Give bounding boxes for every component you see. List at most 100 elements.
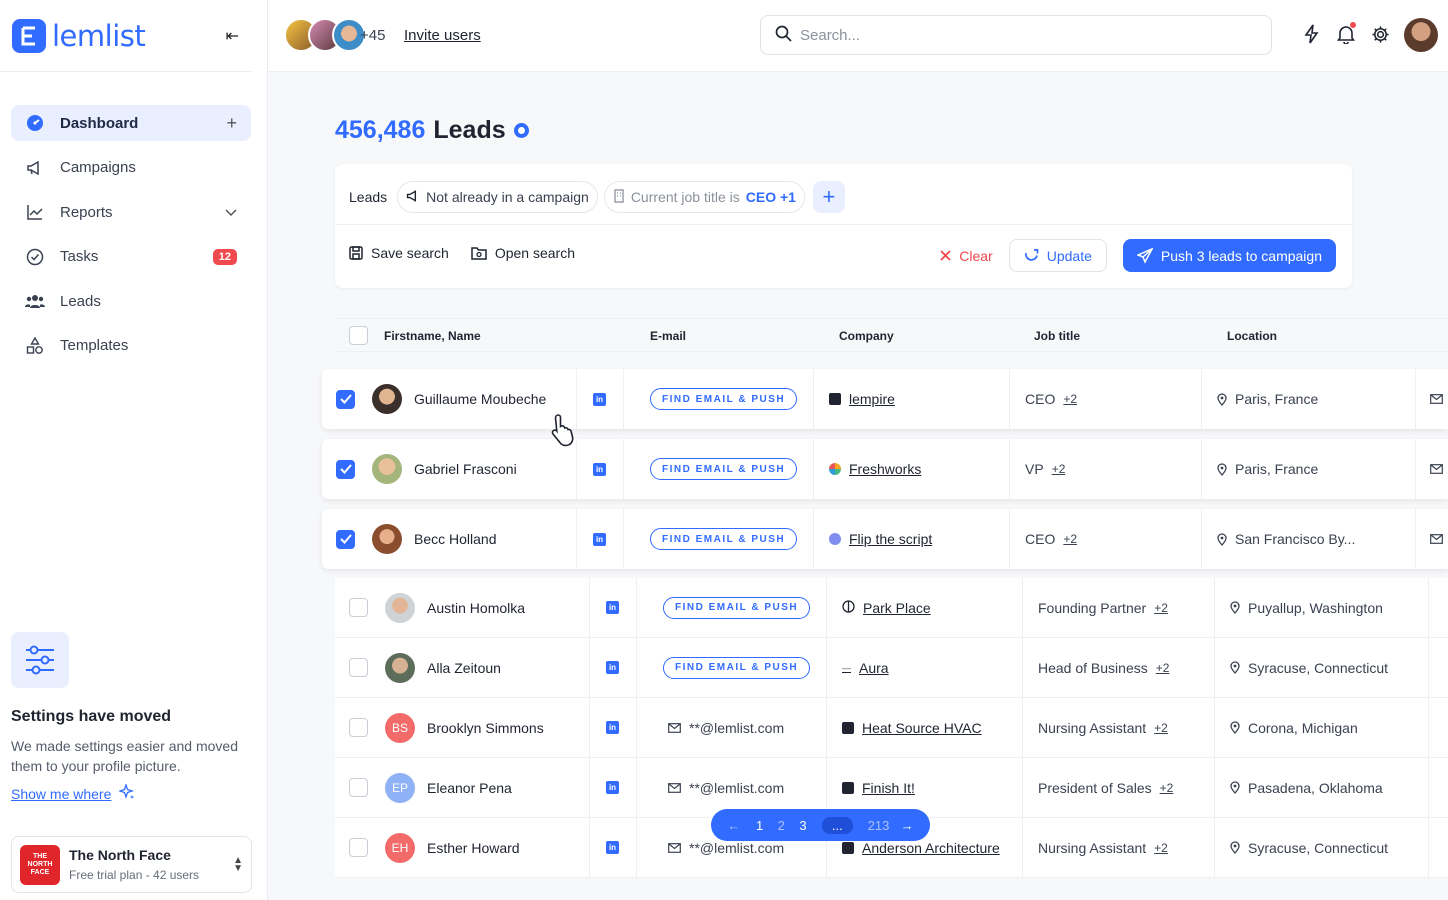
company-link[interactable]: Freshworks bbox=[829, 461, 921, 477]
sliders-icon bbox=[11, 632, 69, 688]
row-checkbox[interactable] bbox=[349, 598, 368, 617]
linkedin-icon[interactable]: in bbox=[606, 841, 619, 854]
job-more-link[interactable]: +2 bbox=[1154, 841, 1168, 855]
find-email-push-button[interactable]: FIND EMAIL & PUSH bbox=[650, 458, 798, 480]
info-icon[interactable] bbox=[513, 123, 529, 138]
lead-name[interactable]: Guillaume Moubeche bbox=[414, 391, 546, 407]
table-row[interactable]: Austin Homolka in FIND EMAIL & PUSH Park… bbox=[335, 578, 1448, 638]
lead-name[interactable]: Austin Homolka bbox=[427, 600, 525, 616]
add-dashboard-icon[interactable]: + bbox=[226, 113, 237, 134]
table-row[interactable]: Becc Holland in FIND EMAIL & PUSH Flip t… bbox=[322, 509, 1448, 569]
company-link[interactable]: Flip the script bbox=[829, 531, 932, 547]
row-checkbox[interactable] bbox=[336, 459, 355, 479]
search-input[interactable]: Search... bbox=[760, 15, 1272, 55]
job-more-link[interactable]: +2 bbox=[1052, 462, 1066, 476]
collapse-sidebar-icon[interactable]: ⇤ bbox=[226, 26, 239, 46]
bell-icon[interactable] bbox=[1336, 22, 1356, 46]
table-row[interactable]: Gabriel Frasconi in FIND EMAIL & PUSH Fr… bbox=[322, 439, 1448, 499]
linkedin-icon[interactable]: in bbox=[593, 392, 606, 406]
row-checkbox[interactable] bbox=[336, 529, 355, 549]
column-header-name[interactable]: Firstname, Name bbox=[384, 329, 481, 343]
lead-name[interactable]: Gabriel Frasconi bbox=[414, 461, 517, 477]
masked-email: **@lemlist.com bbox=[689, 839, 785, 856]
gear-icon[interactable] bbox=[1370, 22, 1390, 46]
company-link[interactable]: — Aura bbox=[842, 660, 889, 676]
push-to-campaign-button[interactable]: Push 3 leads to campaign bbox=[1122, 239, 1336, 272]
page-3[interactable]: 3 bbox=[792, 818, 814, 833]
company-link[interactable]: Heat Source HVAC bbox=[842, 720, 982, 736]
linkedin-icon[interactable]: in bbox=[593, 462, 606, 476]
linkedin-icon[interactable]: in bbox=[606, 781, 619, 794]
company-link[interactable]: Finish It! bbox=[842, 780, 915, 796]
update-button[interactable]: Update bbox=[1008, 239, 1107, 272]
company-logo-icon bbox=[829, 533, 841, 545]
job-more-link[interactable]: +2 bbox=[1156, 661, 1170, 675]
column-header-job-title[interactable]: Job title bbox=[1034, 329, 1080, 343]
page-ellipsis[interactable]: ... bbox=[821, 816, 853, 834]
sidebar-item-campaigns[interactable]: Campaigns bbox=[11, 150, 251, 186]
select-all-checkbox[interactable] bbox=[349, 326, 368, 345]
job-more-link[interactable]: +2 bbox=[1063, 532, 1077, 546]
sidebar-item-templates[interactable]: Templates bbox=[11, 328, 251, 364]
row-checkbox[interactable] bbox=[349, 838, 368, 857]
linkedin-icon[interactable]: in bbox=[606, 721, 619, 734]
lightning-icon[interactable] bbox=[1302, 22, 1322, 46]
company-link[interactable]: Park Place bbox=[842, 600, 931, 616]
add-filter-button[interactable]: + bbox=[812, 181, 845, 213]
row-checkbox[interactable] bbox=[349, 658, 368, 677]
company-logo-icon bbox=[829, 463, 841, 475]
topbar: +45 Invite users Search... bbox=[268, 0, 1448, 72]
lead-name[interactable]: Brooklyn Simmons bbox=[427, 720, 544, 736]
open-search-button[interactable]: Open search bbox=[471, 245, 575, 261]
column-header-email[interactable]: E-mail bbox=[650, 329, 686, 343]
row-checkbox[interactable] bbox=[336, 389, 355, 409]
column-header-company[interactable]: Company bbox=[839, 329, 894, 343]
filter-actions: Clear Update Push 3 leads to campaign bbox=[940, 239, 1336, 272]
filter-row: Leads Not already in a campaign Current … bbox=[349, 181, 845, 213]
lead-name[interactable]: Eleanor Pena bbox=[427, 780, 512, 796]
lead-name[interactable]: Esther Howard bbox=[427, 840, 520, 856]
page-2[interactable]: 2 bbox=[770, 818, 792, 833]
company-link[interactable]: Anderson Architecture bbox=[842, 840, 1000, 856]
sidebar-item-dashboard[interactable]: Dashboard + bbox=[11, 105, 251, 141]
chevron-down-icon[interactable] bbox=[225, 204, 237, 221]
table-row[interactable]: Alla Zeitoun in FIND EMAIL & PUSH — Aura … bbox=[335, 638, 1448, 698]
lead-name[interactable]: Becc Holland bbox=[414, 531, 497, 547]
page-1[interactable]: 1 bbox=[749, 818, 771, 833]
job-more-link[interactable]: +2 bbox=[1154, 721, 1168, 735]
lemlist-logo-icon[interactable] bbox=[12, 18, 46, 53]
linkedin-icon[interactable]: in bbox=[593, 532, 606, 546]
linkedin-icon[interactable]: in bbox=[606, 601, 619, 614]
row-checkbox[interactable] bbox=[349, 778, 368, 797]
sidebar-item-reports[interactable]: Reports bbox=[11, 194, 251, 230]
find-email-push-button[interactable]: FIND EMAIL & PUSH bbox=[650, 528, 798, 550]
row-checkbox[interactable] bbox=[349, 718, 368, 737]
clear-button[interactable]: Clear bbox=[940, 248, 993, 264]
show-me-where-link[interactable]: Show me where bbox=[11, 782, 256, 803]
column-header-location[interactable]: Location bbox=[1227, 329, 1277, 343]
save-search-button[interactable]: Save search bbox=[349, 245, 449, 261]
prev-page-arrow-icon[interactable]: ← bbox=[723, 818, 745, 833]
job-more-link[interactable]: +2 bbox=[1154, 601, 1168, 615]
page-last[interactable]: 213 bbox=[861, 818, 897, 833]
workspace-switcher[interactable]: THE NORTH FACE The North Face Free trial… bbox=[11, 836, 252, 893]
next-page-arrow-icon[interactable]: → bbox=[896, 818, 918, 833]
open-search-label: Open search bbox=[494, 245, 575, 261]
find-email-push-button[interactable]: FIND EMAIL & PUSH bbox=[650, 388, 798, 410]
job-more-link[interactable]: +2 bbox=[1063, 392, 1077, 406]
invite-users-link[interactable]: Invite users bbox=[404, 27, 481, 44]
find-email-push-button[interactable]: FIND EMAIL & PUSH bbox=[663, 596, 811, 619]
lead-name[interactable]: Alla Zeitoun bbox=[427, 660, 501, 676]
job-more-link[interactable]: +2 bbox=[1160, 781, 1174, 795]
linkedin-icon[interactable]: in bbox=[606, 661, 619, 674]
sidebar-item-tasks[interactable]: Tasks 12 bbox=[11, 239, 251, 275]
profile-avatar[interactable] bbox=[1404, 18, 1438, 52]
filter-chip-campaign[interactable]: Not already in a campaign bbox=[397, 181, 598, 213]
sidebar-item-leads[interactable]: Leads bbox=[11, 283, 251, 319]
filter-chip-job-title[interactable]: Current job title is CEO +1 bbox=[603, 181, 805, 213]
find-email-push-button[interactable]: FIND EMAIL & PUSH bbox=[663, 656, 811, 679]
table-row[interactable]: Guillaume Moubeche in FIND EMAIL & PUSH … bbox=[322, 369, 1448, 429]
table-row[interactable]: BS Brooklyn Simmons in **@lemlist.com Hea… bbox=[335, 698, 1448, 758]
team-avatars[interactable] bbox=[284, 18, 366, 52]
company-link[interactable]: lempire bbox=[829, 391, 895, 407]
